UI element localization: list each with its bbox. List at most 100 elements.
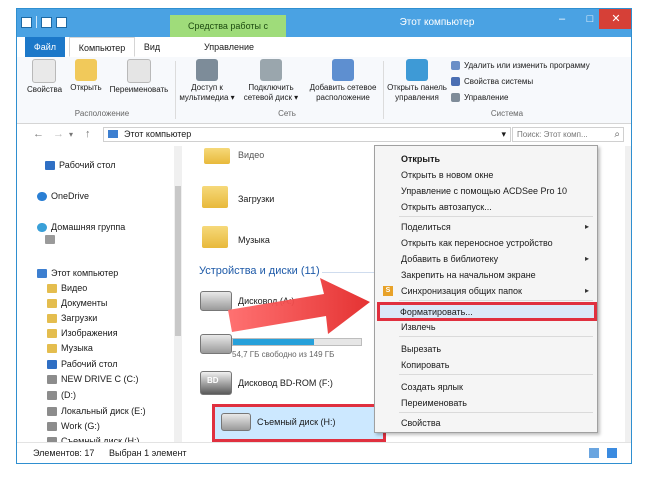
up-button[interactable]: ↑ xyxy=(85,128,91,140)
menu-divider xyxy=(399,336,593,337)
nav-item-pictures[interactable]: Изображения xyxy=(47,328,118,338)
homegroup-user[interactable] xyxy=(45,235,55,244)
content-scrollbar[interactable] xyxy=(625,146,631,442)
computer-icon[interactable] xyxy=(21,16,32,28)
media-access-button[interactable]: Доступ к мультимедиа ▾ xyxy=(177,59,237,103)
system-properties-link[interactable]: Свойства системы xyxy=(451,77,533,86)
menu-item-autoplay[interactable]: Открыть автозапуск... xyxy=(401,202,492,212)
tab-view[interactable]: Вид xyxy=(135,37,169,57)
nav-item-drive-g[interactable]: Work (G:) xyxy=(47,421,100,431)
menu-item-format[interactable]: Форматировать... xyxy=(400,307,473,317)
nav-item-music[interactable]: Музыка xyxy=(47,343,93,353)
open-button[interactable]: Открыть xyxy=(69,59,103,93)
details-view-icon[interactable] xyxy=(589,448,599,458)
menu-item-share[interactable]: Поделиться xyxy=(401,222,451,232)
item-drive-f[interactable]: Дисковод BD-ROM (F:) xyxy=(238,378,333,388)
control-panel-button[interactable]: Открыть панель управления xyxy=(385,59,449,103)
close-button[interactable]: ✕ xyxy=(599,9,631,29)
drive-tools-tab[interactable]: Средства работы с дисками xyxy=(170,15,286,53)
music-folder-icon[interactable] xyxy=(202,226,228,248)
forward-button[interactable]: → xyxy=(53,128,64,140)
properties-icon[interactable] xyxy=(41,16,52,28)
video-folder-icon[interactable] xyxy=(204,148,230,164)
drive-icon xyxy=(47,390,57,400)
submenu-arrow-icon: ▸ xyxy=(584,286,589,295)
back-button[interactable]: ← xyxy=(33,128,44,140)
menu-item-cut[interactable]: Вырезать xyxy=(401,344,441,354)
menu-item-rename[interactable]: Переименовать xyxy=(401,398,467,408)
menu-item-add-to-library[interactable]: Добавить в библиотеку xyxy=(401,254,498,264)
nav-item-onedrive[interactable]: OneDrive xyxy=(37,191,89,201)
address-field[interactable]: Этот компьютер ▾ xyxy=(103,127,511,142)
nav-item-homegroup[interactable]: Домашняя группа xyxy=(37,222,125,232)
menu-item-eject[interactable]: Извлечь xyxy=(401,322,436,332)
selected-item-drive-h[interactable]: Съемный диск (H:) xyxy=(212,404,386,442)
address-dropdown[interactable]: ▾ xyxy=(501,128,506,141)
nav-item-desktop-2[interactable]: Рабочий стол xyxy=(47,359,118,369)
nav-item-documents[interactable]: Документы xyxy=(47,298,107,308)
map-drive-button[interactable]: Подключить сетевой диск ▾ xyxy=(239,59,303,103)
tab-manage[interactable]: Управление xyxy=(187,37,271,57)
rename-button[interactable]: Переименовать xyxy=(109,59,169,95)
media-access-label: Доступ к мультимедиа ▾ xyxy=(179,83,235,102)
navigation-pane: Рабочий стол OneDrive Домашняя группа Эт… xyxy=(17,146,182,446)
nav-label: Локальный диск (E:) xyxy=(61,406,146,416)
media-server-icon xyxy=(196,59,218,81)
map-drive-label: Подключить сетевой диск ▾ xyxy=(243,83,299,102)
menu-item-properties[interactable]: Свойства xyxy=(401,418,441,428)
nav-item-this-pc[interactable]: Этот компьютер xyxy=(37,268,118,278)
menu-item-open[interactable]: Открыть xyxy=(401,154,440,164)
menu-item-sync[interactable]: Синхронизация общих папок xyxy=(401,286,522,296)
add-location-button[interactable]: Добавить сетевое расположение xyxy=(307,59,379,103)
pictures-folder-icon xyxy=(47,328,57,338)
nav-item-drive-d[interactable]: (D:) xyxy=(47,390,76,400)
menu-item-open-new-window[interactable]: Открыть в новом окне xyxy=(401,170,493,180)
bd-rom-drive-icon[interactable]: BD xyxy=(200,371,232,395)
minimize-button[interactable]: – xyxy=(548,9,576,29)
nav-item-drive-c[interactable]: NEW DRIVE C (C:) xyxy=(47,374,139,384)
checkmark-icon xyxy=(32,59,56,83)
menu-item-create-shortcut[interactable]: Создать ярлык xyxy=(401,382,463,392)
sync-icon: S xyxy=(383,286,393,296)
nav-scrollbar[interactable] xyxy=(174,146,182,442)
folder-icon[interactable] xyxy=(56,16,67,28)
downloads-folder-icon[interactable] xyxy=(202,186,228,208)
large-icons-view-icon[interactable] xyxy=(607,448,617,458)
tab-file[interactable]: Файл xyxy=(25,37,65,57)
rename-icon xyxy=(127,59,151,83)
recent-locations-button[interactable]: ▾ xyxy=(69,130,73,139)
quick-access-toolbar xyxy=(21,16,67,28)
submenu-arrow-icon: ▸ xyxy=(584,222,589,231)
checkbox-icon xyxy=(451,77,460,86)
nav-label: OneDrive xyxy=(51,191,90,201)
nav-label: Изображения xyxy=(61,328,118,338)
nav-item-drive-e[interactable]: Локальный диск (E:) xyxy=(47,406,146,416)
nav-label: NEW DRIVE C (C:) xyxy=(61,374,139,384)
group-divider xyxy=(175,61,176,119)
nav-item-downloads[interactable]: Загрузки xyxy=(47,313,97,323)
menu-item-pin-start[interactable]: Закрепить на начальном экране xyxy=(401,270,536,280)
item-video[interactable]: Видео xyxy=(238,150,264,160)
item-music[interactable]: Музыка xyxy=(238,235,270,245)
nav-item-video[interactable]: Видео xyxy=(47,283,87,293)
usb-drive-icon xyxy=(221,413,251,431)
computer-icon xyxy=(37,268,47,278)
nav-item-desktop[interactable]: Рабочий стол xyxy=(45,160,116,170)
menu-item-format-highlight[interactable]: Форматировать... xyxy=(377,302,597,321)
control-panel-label: Открыть панель управления xyxy=(387,83,447,102)
menu-item-acdsee[interactable]: Управление с помощью ACDSee Pro 10 xyxy=(401,186,567,196)
properties-button[interactable]: Свойства xyxy=(27,59,62,95)
item-downloads[interactable]: Загрузки xyxy=(238,194,274,204)
red-arrow-icon xyxy=(228,278,370,334)
menu-item-portable-device[interactable]: Открыть как переносное устройство xyxy=(401,238,553,248)
computer-icon xyxy=(108,130,118,138)
search-input[interactable]: Поиск: Этот комп... ⌕ xyxy=(512,127,624,142)
context-menu: Открыть Открыть в новом окне Управление … xyxy=(374,145,598,433)
manage-link[interactable]: Управление xyxy=(451,93,508,102)
menu-item-copy[interactable]: Копировать xyxy=(401,360,449,370)
music-folder-icon xyxy=(47,343,57,353)
uninstall-link[interactable]: Удалить или изменить программу xyxy=(451,61,590,70)
drive-icon xyxy=(47,374,57,384)
nav-scrollbar-thumb[interactable] xyxy=(175,186,181,336)
tab-computer[interactable]: Компьютер xyxy=(69,37,135,57)
